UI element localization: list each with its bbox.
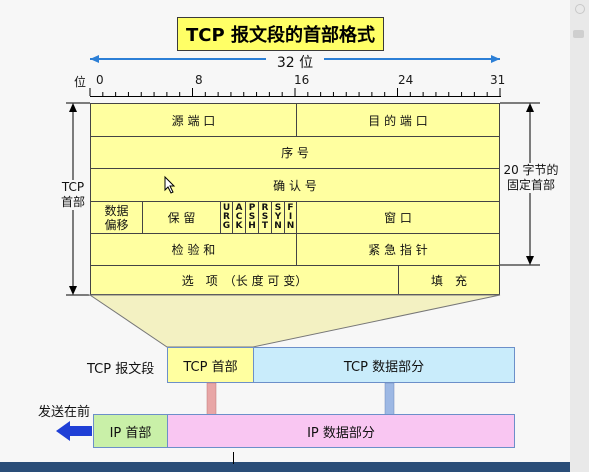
flag-letter: T [261,221,269,231]
ruler-tick-label: 8 [195,73,203,87]
flag-letter: N [274,221,282,231]
tcp-header-table: 源 端 口 目 的 端 口 序 号 确 认 号 数据 偏移 保 留 URG AC… [90,103,500,295]
ack-number-field: 确 认 号 [91,169,499,202]
ruler-tick-label: 16 [294,73,310,87]
tcp-header-label: TCP 首部 [58,180,88,210]
bit-ruler [90,96,501,97]
flag-rst: RST [259,202,272,234]
data-offset-line: 数据 [104,203,129,218]
data-offset-line: 偏移 [104,217,129,232]
flag-fin: FIN [285,202,297,234]
ruler-tick-label: 24 [398,73,414,87]
source-port-field: 源 端 口 [91,104,297,137]
dest-port-field: 目 的 端 口 [297,104,499,137]
flag-letter: G [222,221,231,231]
corner-circle-icon [575,4,585,14]
tcp-data-box: TCP 数据部分 [253,347,515,383]
tcp-header-label-line: TCP [61,180,85,194]
flag-syn: SYN [272,202,285,234]
ip-header-box: IP 首部 [93,414,168,448]
fixed-header-label-line: 固定首部 [506,178,555,192]
ruler-tick-label: 0 [96,73,104,87]
flag-psh: PSH [246,202,259,234]
flag-letter: N [286,221,295,231]
send-first-label: 发送在前 [38,405,91,420]
ruler-tick-label: 31 [490,73,506,87]
options-field: 选 项 （长 度 可 变） [91,266,399,294]
side-panel [570,0,589,472]
tcp-segment-label: TCP 报文段 [87,362,155,377]
ip-data-box: IP 数据部分 [167,414,515,448]
fixed-header-label: 20 字节的 固定首部 [503,163,559,193]
flag-urg: URG [221,202,233,234]
slide-title: TCP 报文段的首部格式 [177,17,384,51]
flag-letter: H [248,221,256,231]
footer-bar [0,452,570,472]
data-offset-field: 数据 偏移 [91,202,143,234]
scroll-thumb[interactable] [573,30,584,38]
urgent-pointer-field: 紧 急 指 针 [297,234,499,266]
checksum-field: 检 验 和 [91,234,297,266]
tcp-header-label-line: 首部 [60,195,85,209]
flag-ack: ACK [233,202,246,234]
bit-width-label: 32 位 [266,52,324,71]
padding-field: 填 充 [430,273,467,288]
tcp-header-box: TCP 首部 [167,347,254,383]
fixed-header-label-line: 20 字节的 [503,163,559,177]
flag-letter: K [235,221,243,231]
reserved-field: 保 留 [143,202,221,234]
sequence-number-field: 序 号 [91,137,499,169]
ruler-unit-label: 位 [74,75,87,89]
window-field: 窗 口 [297,202,499,234]
